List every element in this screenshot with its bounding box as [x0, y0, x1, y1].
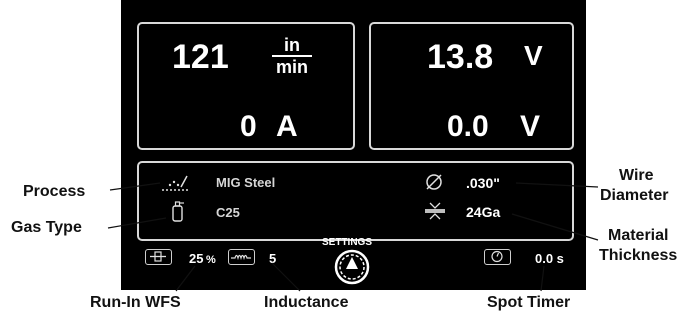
voltage-set-unit: V — [524, 40, 543, 71]
wfs-unit: in min — [272, 36, 312, 76]
run-in-icon — [150, 251, 166, 262]
gas-cylinder-icon — [172, 201, 184, 222]
callout-spot-timer: Spot Timer — [487, 294, 571, 311]
settings-knob-icon[interactable] — [334, 249, 370, 285]
callout-process: Process — [23, 183, 86, 200]
callout-gas-type: Gas Type — [11, 219, 82, 236]
wire-diameter-value: .030" — [466, 175, 500, 191]
inductance-button[interactable] — [228, 249, 255, 265]
callout-wire-diameter-line2: Diameter — [600, 187, 669, 204]
amps-unit: A — [276, 110, 298, 143]
voltage-actual-value: 0.0 — [447, 110, 489, 143]
wfs-unit-bottom: min — [275, 57, 308, 77]
settings-label: SETTINGS — [322, 237, 373, 248]
callout-material-line1: Material — [608, 227, 669, 244]
amps-value: 0 — [240, 110, 257, 143]
spot-timer-button[interactable] — [484, 249, 511, 265]
run-in-button[interactable] — [145, 249, 172, 265]
wfs-value: 121 — [172, 38, 229, 76]
inductance-coil-icon — [231, 254, 251, 261]
callout-wire-diameter-line1: Wire — [619, 167, 654, 184]
process-value: MIG Steel — [216, 175, 276, 190]
settings-info-panel — [137, 161, 574, 241]
weld-process-icon — [162, 175, 188, 191]
material-value: 24Ga — [466, 204, 501, 220]
callout-inductance: Inductance — [264, 294, 349, 311]
voltage-actual-unit: V — [520, 110, 541, 143]
callout-material-line2: Thickness — [599, 247, 678, 264]
material-thickness-icon — [425, 202, 445, 220]
callout-run-in-wfs: Run-In WFS — [90, 294, 181, 311]
run-in-value: 25 — [189, 251, 204, 266]
diameter-icon — [426, 174, 442, 190]
timer-icon — [491, 250, 503, 263]
wfs-unit-top: in — [284, 35, 300, 55]
inductance-value: 5 — [269, 251, 277, 266]
voltage-set-value: 13.8 — [427, 38, 494, 76]
gas-value: C25 — [216, 205, 240, 220]
spot-timer-value: 0.0 s — [535, 251, 564, 266]
run-in-unit: % — [206, 254, 216, 266]
